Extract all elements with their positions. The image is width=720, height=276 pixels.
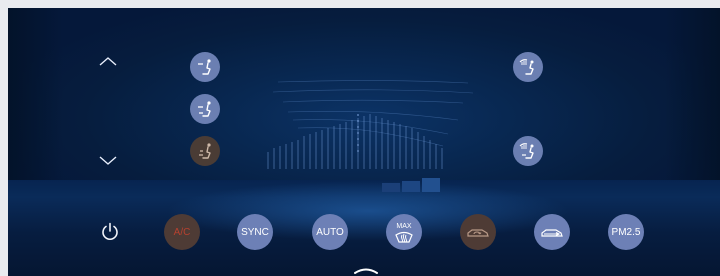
recirculation-car-icon xyxy=(467,229,489,237)
climate-control-screen: A/C SYNC AUTO MAX PM2.5 xyxy=(8,8,720,276)
sync-button[interactable]: SYNC xyxy=(237,214,273,250)
front-defrost-icon xyxy=(395,231,413,243)
seat-windshield-vent-icon xyxy=(519,59,534,75)
fresh-air-button[interactable] xyxy=(534,214,570,250)
airflow-level-indicator xyxy=(382,178,440,192)
chevron-down-icon xyxy=(99,156,117,165)
chevron-up-icon xyxy=(99,57,117,66)
seat-feet-vent-icon xyxy=(199,143,211,159)
vent-mode-face-button[interactable] xyxy=(190,52,220,82)
vent-mode-face-feet-button[interactable] xyxy=(190,94,220,124)
sync-label: SYNC xyxy=(241,226,269,238)
fresh-air-car-icon xyxy=(541,229,563,237)
vent-mode-feet-button[interactable] xyxy=(190,136,220,166)
power-icon xyxy=(102,222,118,240)
ac-button[interactable]: A/C xyxy=(164,214,200,250)
seat-face-feet-vent-icon xyxy=(198,101,211,117)
seat-face-vent-icon xyxy=(198,59,211,75)
power-button[interactable] xyxy=(96,218,124,246)
airflow-visualization xyxy=(267,80,474,169)
max-label: MAX xyxy=(396,222,412,230)
panel-handle-button[interactable] xyxy=(354,262,378,274)
chevron-up-button[interactable] xyxy=(88,46,128,76)
auto-button[interactable]: AUTO xyxy=(312,214,348,250)
chevron-down-button[interactable] xyxy=(88,146,128,176)
auto-label: AUTO xyxy=(316,226,344,238)
passenger-vent-windshield-button[interactable] xyxy=(513,52,543,82)
passenger-vent-windshield-feet-button[interactable] xyxy=(513,136,543,166)
pm25-label: PM2.5 xyxy=(611,226,641,238)
max-defrost-button[interactable]: MAX xyxy=(386,214,422,250)
chevron-up-handle-icon xyxy=(354,268,378,274)
seat-windshield-feet-vent-icon xyxy=(519,143,534,159)
recirculation-button[interactable] xyxy=(460,214,496,250)
ac-label: A/C xyxy=(173,226,191,238)
pm25-button[interactable]: PM2.5 xyxy=(608,214,644,250)
control-bar-glow xyxy=(168,176,568,246)
